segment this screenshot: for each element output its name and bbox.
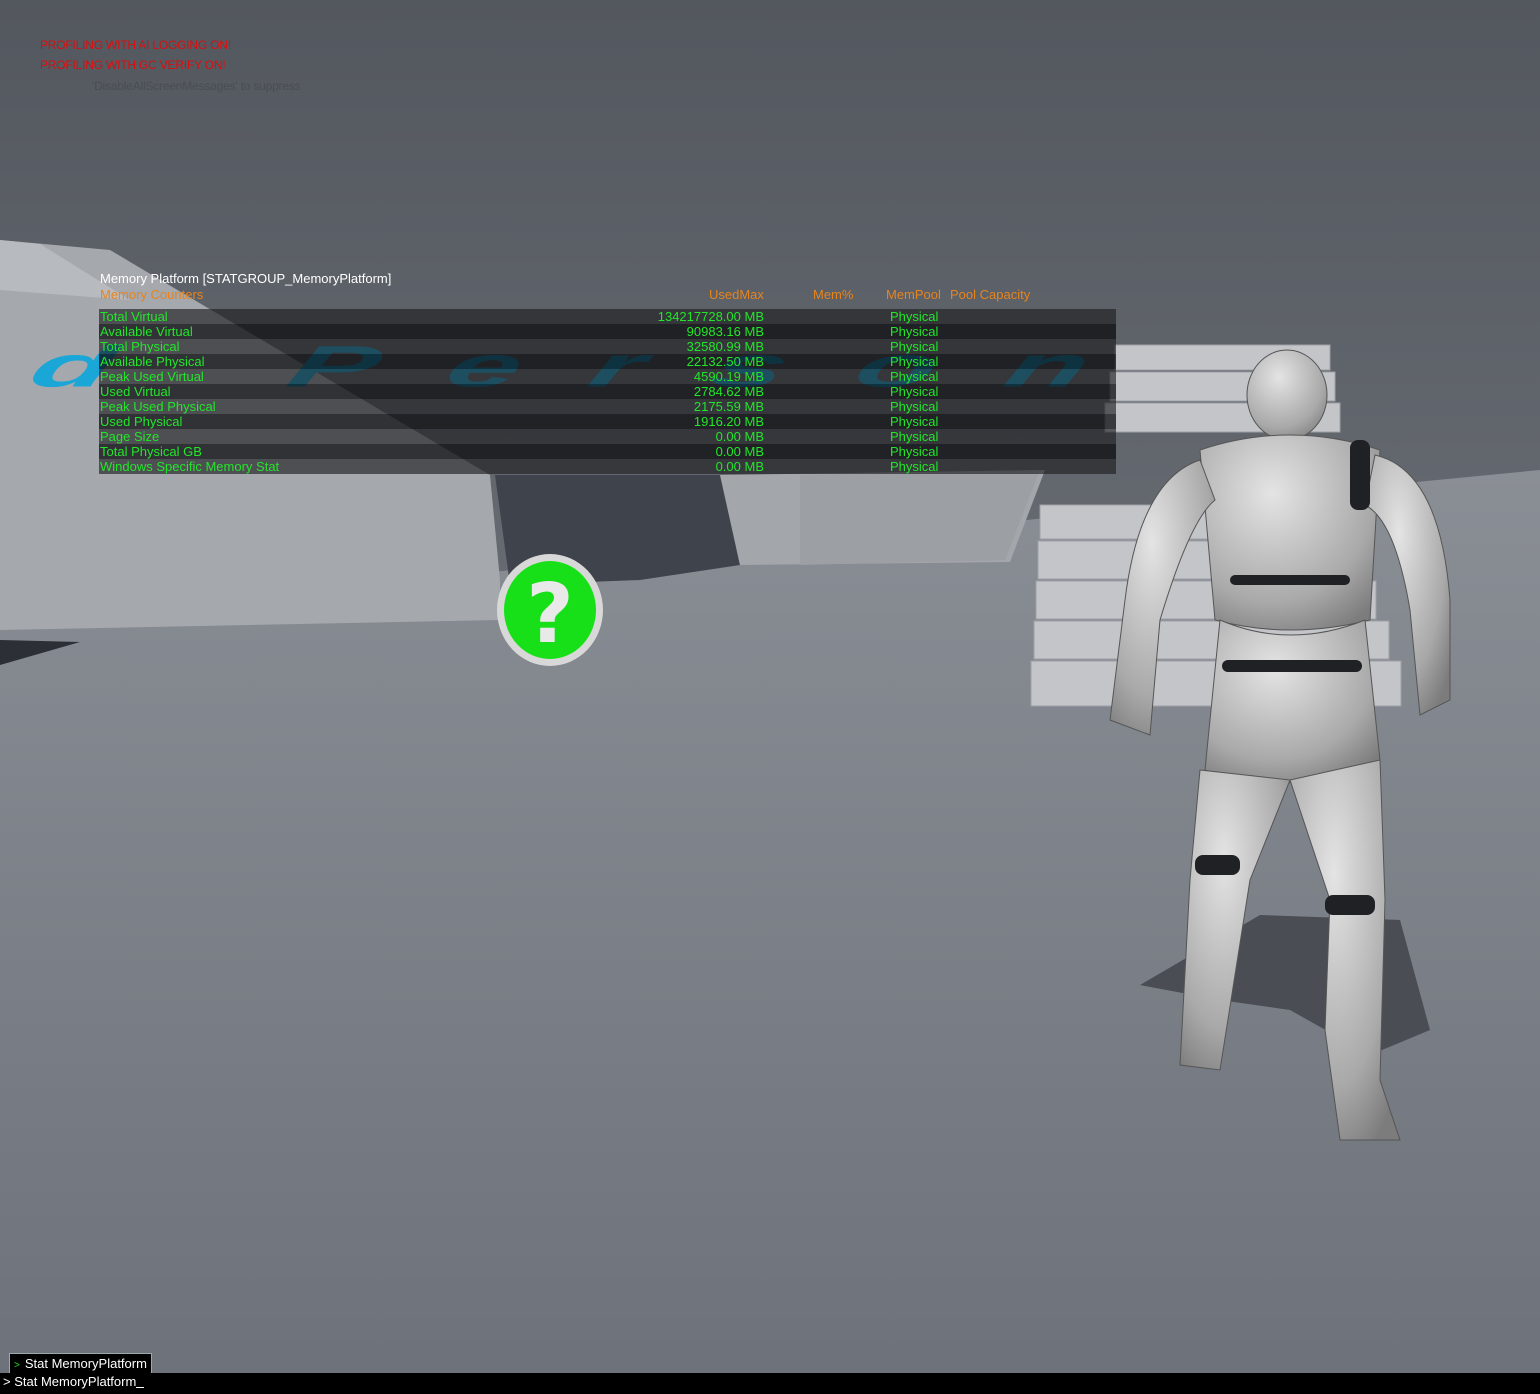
suppress-hint: 'DisableAllScreenMessages' to suppress [92, 79, 301, 93]
stat-name: Total Physical GB [100, 444, 202, 459]
stat-used-max: 2784.62 MB [693, 384, 764, 399]
stat-name: Available Physical [100, 354, 205, 369]
stat-used-max: 22132.50 MB [686, 354, 764, 369]
stat-used-max: 0.00 MB [715, 444, 764, 459]
console-history-entry[interactable]: > Stat MemoryPlatform [9, 1353, 152, 1375]
stat-row: Total Physical 32580.99 MB Physical [99, 339, 1116, 354]
stat-mem-pool: Physical [890, 354, 939, 369]
console-caret [136, 1387, 145, 1388]
stat-row: Available Virtual 90983.16 MB Physical [99, 324, 1116, 339]
header-used-max: UsedMax [709, 287, 764, 302]
stat-used-max: 2175.59 MB [693, 399, 764, 414]
stat-name: Available Virtual [100, 324, 193, 339]
header-memory-counters: Memory Counters [100, 287, 204, 302]
console-prompt-icon: > [14, 1360, 20, 1371]
stat-mem-pool: Physical [890, 399, 939, 414]
stat-row: Available Physical 22132.50 MB Physical [99, 354, 1116, 369]
warning-gc-verify: PROFILING WITH GC VERIFY ON! [40, 58, 226, 72]
stat-used-max: 90983.16 MB [686, 324, 764, 339]
svg-text:?: ? [526, 567, 574, 662]
stat-mem-pool: Physical [890, 384, 939, 399]
stat-used-max: 4590.19 MB [693, 369, 764, 384]
stat-name: Used Physical [100, 414, 183, 429]
stat-row: Used Physical 1916.20 MB Physical [99, 414, 1116, 429]
stat-used-max: 0.00 MB [715, 459, 764, 474]
stat-row: Peak Used Physical 2175.59 MB Physical [99, 399, 1116, 414]
stat-name: Peak Used Virtual [100, 369, 204, 384]
stat-name: Windows Specific Memory Stat [100, 459, 280, 474]
header-mem-pct: Mem% [813, 287, 854, 302]
stat-used-max: 0.00 MB [715, 429, 764, 444]
stat-used-max: 1916.20 MB [693, 414, 764, 429]
header-pool-capacity: Pool Capacity [950, 287, 1031, 302]
stat-mem-pool: Physical [890, 369, 939, 384]
stat-name: Used Virtual [100, 384, 171, 399]
center-pillar-face [800, 470, 1040, 565]
stat-group-title: Memory Platform [STATGROUP_MemoryPlatfor… [100, 271, 392, 286]
stat-row: Page Size 0.00 MB Physical [99, 429, 1116, 444]
stat-row: Windows Specific Memory Stat 0.00 MB Physi… [99, 459, 1116, 474]
stat-name: Total Physical [100, 339, 180, 354]
header-mem-pool: MemPool [886, 287, 941, 302]
stat-name: Page Size [100, 429, 160, 444]
console-input[interactable]: > Stat MemoryPlatform [0, 1373, 1540, 1394]
stat-table: Total Virtual 134217728.00 MB Physical Avai… [99, 309, 1116, 474]
stat-name: Total Virtual [100, 309, 168, 324]
stat-mem-pool: Physical [890, 324, 939, 339]
warning-ai-logging: PROFILING WITH AI LOGGING ON! [40, 38, 231, 52]
stat-mem-pool: Physical [890, 459, 939, 474]
game-viewport: rd Person ? [0, 0, 1540, 1394]
stat-row: Peak Used Virtual 4590.19 MB Physical [99, 369, 1116, 384]
console-history-text: Stat MemoryPlatform [24, 1356, 147, 1371]
stat-used-max: 32580.99 MB [686, 339, 764, 354]
stat-mem-pool: Physical [890, 429, 939, 444]
stat-row: Total Virtual 134217728.00 MB Physical [99, 309, 1116, 324]
stat-mem-pool: Physical [890, 444, 939, 459]
stat-mem-pool: Physical [890, 309, 939, 324]
console-input-text: Stat MemoryPlatform [14, 1374, 137, 1389]
stat-name: Peak Used Physical [100, 399, 216, 414]
stat-row: Used Virtual 2784.62 MB Physical [99, 384, 1116, 399]
console-input-prompt: > [3, 1374, 11, 1389]
stat-mem-pool: Physical [890, 414, 939, 429]
stat-used-max: 134217728.00 MB [657, 309, 764, 324]
question-mark-icon: ? [497, 554, 603, 666]
stat-mem-pool: Physical [890, 339, 939, 354]
stat-row: Total Physical GB 0.00 MB Physical [99, 444, 1116, 459]
